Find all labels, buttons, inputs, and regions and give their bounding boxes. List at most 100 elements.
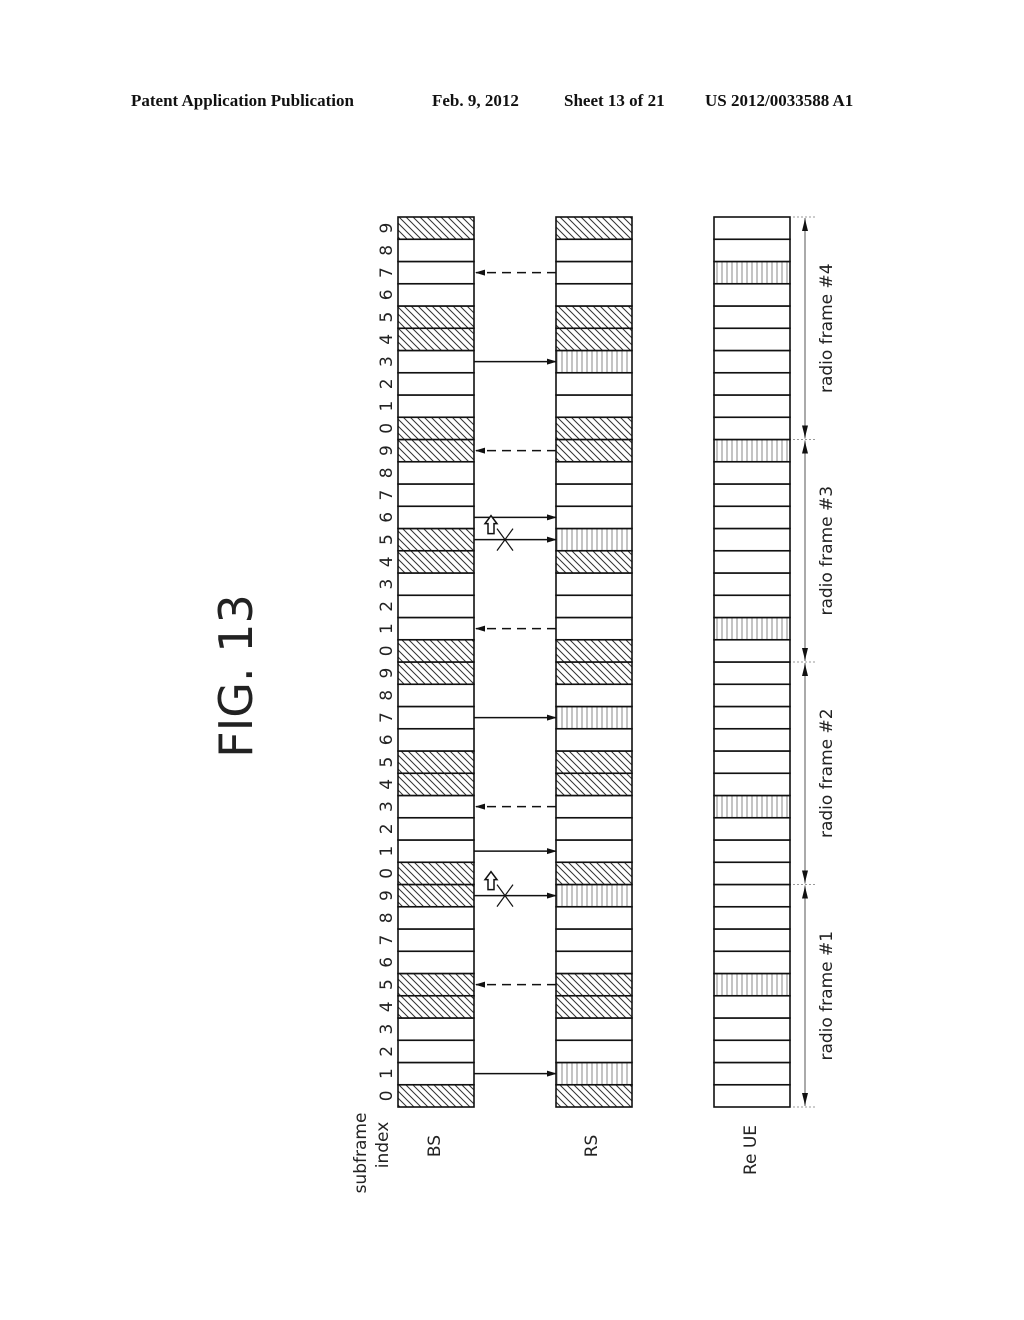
subframe-index-label: 3 xyxy=(377,579,397,590)
rs-subframe-cell xyxy=(555,1017,633,1042)
re-ue-subframe-cell xyxy=(713,839,791,864)
re-ue-subframe-cell xyxy=(713,772,791,797)
rs-subframe-cell xyxy=(555,416,633,441)
re-ue-subframe-cell xyxy=(713,661,791,686)
rs-subframe-cell xyxy=(555,950,633,975)
bs-subframe-cell xyxy=(397,705,475,730)
bs-subframe-cell xyxy=(397,1083,475,1108)
subframe-index-axis: 0 1 2 3 4 5 6 7 8 9 0 1 2 3 4 5 6 7 8 9 0 1 2 3 4 5 6 7 8 9 0 1 2 3 4 5 6 7 8 9 xyxy=(377,223,397,1102)
radio-frame-label: radio frame #4 xyxy=(817,263,837,393)
subframe-index-label: 2 xyxy=(377,823,397,834)
rs-subframe-cell xyxy=(555,1083,633,1108)
subframe-index-label: 0 xyxy=(377,868,397,879)
subframe-index-label: 1 xyxy=(377,623,397,634)
rs-subframe-cell xyxy=(555,549,633,574)
subframe-index-label: 7 xyxy=(377,935,397,946)
subframe-index-label: 7 xyxy=(377,267,397,278)
rs-subframe-cell xyxy=(555,839,633,864)
rs-subframe-cell xyxy=(555,260,633,285)
subframe-index-label: 2 xyxy=(377,1046,397,1057)
re-ue-subframe-cell xyxy=(713,572,791,597)
rs-subframe-cell xyxy=(555,705,633,730)
subframe-index-label: 3 xyxy=(377,1024,397,1035)
subframe-index-label: 1 xyxy=(377,846,397,857)
bs-subframe-cell xyxy=(397,861,475,886)
bs-subframe-cell xyxy=(397,772,475,797)
re-ue-subframe-cell xyxy=(713,705,791,730)
bs-subframe-cell xyxy=(397,972,475,997)
arrowhead-up-icon xyxy=(802,441,808,454)
re-ue-subframe-cell xyxy=(713,616,791,641)
bs-subframe-cell xyxy=(397,616,475,641)
rs-subframe-cell xyxy=(555,772,633,797)
subframe-index-label: 3 xyxy=(377,356,397,367)
rs-subframe-cell xyxy=(555,1039,633,1064)
re-ue-subframe-cell xyxy=(713,816,791,841)
arrowhead-down-icon xyxy=(802,1093,808,1105)
rs-subframe-cell xyxy=(555,928,633,953)
arrowhead-up-icon xyxy=(802,664,808,676)
re-ue-subframe-cell xyxy=(713,394,791,419)
bs-subframe-cell xyxy=(397,549,475,574)
re-ue-subframe-cell xyxy=(713,638,791,663)
subframe-index-label: 1 xyxy=(377,401,397,412)
bs-subframe-cell xyxy=(397,794,475,819)
bs-subframe-cell xyxy=(397,305,475,330)
re-ue-subframe-cell xyxy=(713,861,791,886)
radio-frame-label: radio frame #2 xyxy=(817,708,837,838)
bs-subframe-cell xyxy=(397,839,475,864)
rs-subframe-cell xyxy=(555,483,633,508)
subframe-index-label: 0 xyxy=(377,423,397,434)
arrowhead-up-icon xyxy=(802,886,808,899)
re-ue-subframe-cell xyxy=(713,216,791,241)
rs-label: RS xyxy=(582,1135,602,1158)
re-ue-subframe-cell xyxy=(713,1061,791,1086)
subframe-index-label: 9 xyxy=(377,890,397,901)
arrowhead-up-icon xyxy=(802,219,808,231)
bs-subframe-cell xyxy=(397,816,475,841)
rs-subframe-cell xyxy=(555,438,633,463)
subframe-index-label: 9 xyxy=(377,668,397,679)
re-ue-subframe-cell xyxy=(713,327,791,352)
figure-title: FIG. 13 xyxy=(209,594,263,757)
re-ue-subframe-cell xyxy=(713,349,791,374)
subframe-index-label: 0 xyxy=(377,645,397,656)
re-ue-subframe-cell xyxy=(713,994,791,1019)
subframe-index-label: 4 xyxy=(377,334,397,345)
rs-subframe-cell xyxy=(555,527,633,552)
bs-subframe-cell xyxy=(397,750,475,775)
bs-subframe-cell xyxy=(397,950,475,975)
bs-subframe-cell xyxy=(397,505,475,530)
rs-subframe-cell xyxy=(555,861,633,886)
bs-subframe-cell xyxy=(397,594,475,619)
rs-subframe-cell xyxy=(555,460,633,485)
subframe-index-label: 8 xyxy=(377,245,397,256)
re-ue-subframe-cell xyxy=(713,794,791,819)
shift-up-arrow-icon xyxy=(483,870,499,891)
re-ue-subframe-cell xyxy=(713,371,791,396)
bs-subframe-cell xyxy=(397,727,475,752)
transmission-arrows xyxy=(474,269,557,1077)
subframe-index-label: 9 xyxy=(377,223,397,234)
bs-subframe-cell xyxy=(397,260,475,285)
rs-subframe-cell xyxy=(555,572,633,597)
rs-subframe-cell xyxy=(555,327,633,352)
bs-subframe-cell xyxy=(397,661,475,686)
subframe-index-label: 4 xyxy=(377,779,397,790)
subframe-index-label: 7 xyxy=(377,490,397,501)
subframe-index-label: 3 xyxy=(377,801,397,812)
subframe-index-label: 5 xyxy=(377,979,397,990)
subframe-index-label: 4 xyxy=(377,556,397,567)
re-ue-subframe-cell xyxy=(713,505,791,530)
rs-subframe-cell xyxy=(555,594,633,619)
bs-subframe-cell xyxy=(397,394,475,419)
bs-subframe-cell xyxy=(397,572,475,597)
bs-subframe-cell xyxy=(397,1039,475,1064)
subframe-index-label: 4 xyxy=(377,1001,397,1012)
subframe-index-label: 2 xyxy=(377,378,397,389)
rs-subframe-cell xyxy=(555,750,633,775)
subframe-index-label: 2 xyxy=(377,601,397,612)
arrowhead-down-icon xyxy=(802,425,808,438)
subframe-index-label-line2: index xyxy=(373,1122,393,1169)
bs-subframe-cell xyxy=(397,1017,475,1042)
